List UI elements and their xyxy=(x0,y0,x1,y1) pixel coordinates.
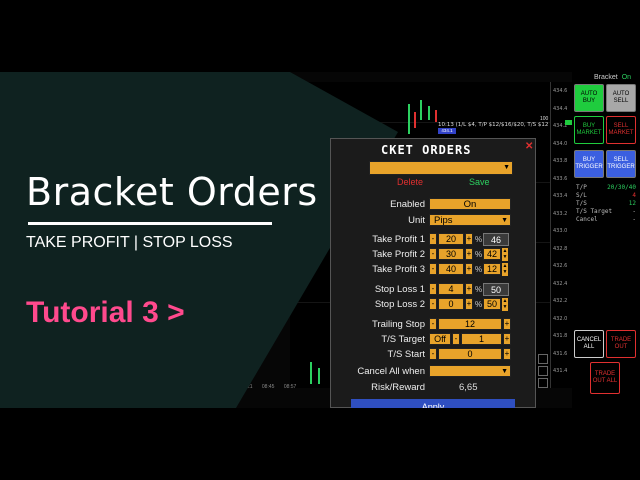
chevron-down-icon: ▼ xyxy=(501,367,508,375)
stop-loss-2-minus[interactable]: - xyxy=(429,298,437,310)
percent-sign: % xyxy=(475,300,483,309)
percent-sign: % xyxy=(475,285,483,294)
take-profit-2-label: Take Profit 2 xyxy=(372,249,425,260)
percent-sign: % xyxy=(475,265,483,274)
take-profit-3-value[interactable]: 40 xyxy=(438,263,464,275)
spin-arrows-icon[interactable]: ▲ ▼ xyxy=(502,298,508,311)
take-profit-1-percent[interactable]: 46 xyxy=(483,233,509,246)
video-subtitle: TAKE PROFIT | STOP LOSS xyxy=(26,234,233,251)
unit-value: Pips xyxy=(434,214,453,226)
percent-sign: % xyxy=(475,235,483,244)
ts-start-value[interactable]: 0 xyxy=(438,348,502,360)
ts-target-label: T/S Target xyxy=(381,334,425,345)
spin-arrows-icon[interactable]: ▲ ▼ xyxy=(502,263,508,276)
chevron-down-icon: ▼ xyxy=(501,216,508,224)
stop-loss-1-label: Stop Loss 1 xyxy=(374,284,425,295)
unit-label: Unit xyxy=(408,215,425,226)
take-profit-1-value[interactable]: 20 xyxy=(438,233,464,245)
ts-target-plus[interactable]: + xyxy=(503,333,511,345)
take-profit-2-minus[interactable]: - xyxy=(429,248,437,260)
stop-loss-2-plus[interactable]: + xyxy=(465,298,473,310)
ts-start-minus[interactable]: - xyxy=(429,348,437,360)
enabled-field[interactable]: On xyxy=(429,198,511,210)
take-profit-1-minus[interactable]: - xyxy=(429,233,437,245)
take-profit-3-plus[interactable]: + xyxy=(465,263,473,275)
video-title: Bracket Orders xyxy=(26,170,318,214)
take-profit-2-percent[interactable]: 42 xyxy=(483,248,501,260)
enabled-label: Enabled xyxy=(390,199,425,210)
apply-button[interactable]: Apply xyxy=(351,399,515,408)
ts-start-plus[interactable]: + xyxy=(503,348,511,360)
stop-loss-1-value[interactable]: 4 xyxy=(438,283,464,295)
trailing-stop-label: Trailing Stop xyxy=(372,319,425,330)
ts-target-mode[interactable]: Off xyxy=(429,333,451,345)
app-frame: 434.6 434.4 434.2 434.0 433.8 433.6 433.4 433.2… xyxy=(0,72,640,408)
take-profit-3-label: Take Profit 3 xyxy=(372,264,425,275)
save-button[interactable]: Save xyxy=(441,177,513,189)
trailing-stop-value[interactable]: 12 xyxy=(438,318,502,330)
cancel-all-when-select[interactable]: ▼ xyxy=(429,365,511,377)
risk-reward-label: Risk/Reward xyxy=(371,382,425,393)
close-icon[interactable]: ✕ xyxy=(525,141,533,152)
ts-start-label: T/S Start xyxy=(387,349,425,360)
unit-select[interactable]: Pips ▼ xyxy=(429,214,511,226)
take-profit-1-plus[interactable]: + xyxy=(465,233,473,245)
stop-loss-1-minus[interactable]: - xyxy=(429,283,437,295)
stop-loss-1-plus[interactable]: + xyxy=(465,283,473,295)
tutorial-label: Tutorial 3 > xyxy=(26,296,185,329)
delete-button[interactable]: Delete xyxy=(369,177,441,189)
trailing-stop-minus[interactable]: - xyxy=(429,318,437,330)
percent-sign: % xyxy=(475,250,483,259)
title-underline xyxy=(28,222,272,225)
take-profit-3-minus[interactable]: - xyxy=(429,263,437,275)
stop-loss-2-label: Stop Loss 2 xyxy=(374,299,425,310)
ts-target-minus[interactable]: - xyxy=(452,333,460,345)
cancel-all-when-label: Cancel All when xyxy=(357,366,425,377)
trailing-stop-plus[interactable]: + xyxy=(503,318,511,330)
take-profit-2-plus[interactable]: + xyxy=(465,248,473,260)
chevron-down-icon: ▼ xyxy=(503,164,510,171)
take-profit-1-label: Take Profit 1 xyxy=(372,234,425,245)
take-profit-3-percent[interactable]: 12 xyxy=(483,263,501,275)
spin-arrows-icon[interactable]: ▲ ▼ xyxy=(502,248,508,261)
stop-loss-2-value[interactable]: 0 xyxy=(438,298,464,310)
stop-loss-2-percent[interactable]: 50 xyxy=(483,298,501,310)
template-select[interactable]: ▼ xyxy=(369,161,513,175)
stop-loss-1-percent[interactable]: 50 xyxy=(483,283,509,296)
take-profit-2-value[interactable]: 30 xyxy=(438,248,464,260)
dialog-title: CKET ORDERS xyxy=(381,143,472,157)
risk-reward-value: 6,65 xyxy=(459,382,478,393)
bracket-orders-dialog: CKET ORDERS ✕ ▼ Delete Save Enabled On U… xyxy=(330,138,536,408)
dialog-actions: Delete Save xyxy=(369,177,513,189)
ts-target-value[interactable]: 1 xyxy=(461,333,502,345)
